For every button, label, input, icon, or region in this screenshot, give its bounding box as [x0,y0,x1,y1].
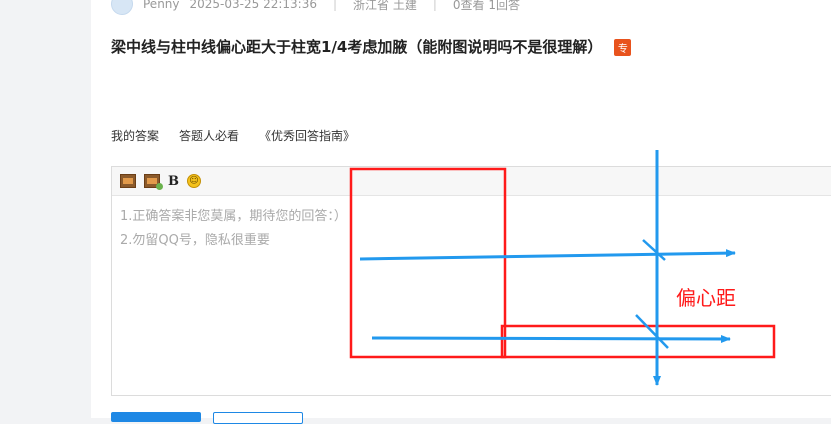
page-title: 梁中线与柱中线偏心距大于柱宽1/4考虑加腋（能附图说明吗不是很理解） 专 [111,36,632,57]
editor-toolbar: B ☺ [112,167,831,196]
avatar[interactable] [111,0,133,15]
my-answer-label: 我的答案 [111,129,160,143]
specialist-badge: 专 [614,39,632,56]
meta-separator: | [432,0,437,11]
image-upload-icon[interactable] [144,174,163,190]
question-title: 梁中线与柱中线偏心距大于柱宽1/4考虑加腋（能附图说明吗不是很理解） [111,38,603,56]
emoji-icon[interactable]: ☺ [187,174,201,188]
question-page: Penny 2025-03-25 22:13:36 | 浙江省 土建 | 0查看… [91,0,831,424]
answer-bar: 我的答案 答题人必看 《优秀回答指南》 [111,127,355,144]
submit-answer-button[interactable] [111,412,201,422]
answerer-guide-label: 答题人必看 [179,129,240,143]
question-meta: Penny 2025-03-25 22:13:36 | 浙江省 土建 | 0查看… [111,0,520,15]
post-datetime: 2025-03-25 22:13:36 [189,0,317,11]
upload-dot [156,183,163,190]
image-icon[interactable] [120,174,136,188]
answer-editor[interactable]: B ☺ 1.正确答案非您莫属，期待您的回答：） 2.勿留QQ号，隐私很重要 [111,166,831,396]
secondary-action-button[interactable] [213,412,303,424]
location-category: 浙江省 土建 [353,0,417,12]
author-name[interactable]: Penny [143,0,180,11]
placeholder-line: 2.勿留QQ号，隐私很重要 [120,233,270,248]
view-answer-stats: 0查看 1回答 [452,0,520,12]
editor-placeholder: 1.正确答案非您莫属，期待您的回答：） 2.勿留QQ号，隐私很重要 [120,205,347,253]
placeholder-line: 1.正确答案非您莫属，期待您的回答：） [120,209,347,224]
answer-guide-link[interactable]: 《优秀回答指南》 [259,127,355,144]
meta-separator: | [332,0,338,11]
bold-button[interactable]: B [168,174,179,189]
